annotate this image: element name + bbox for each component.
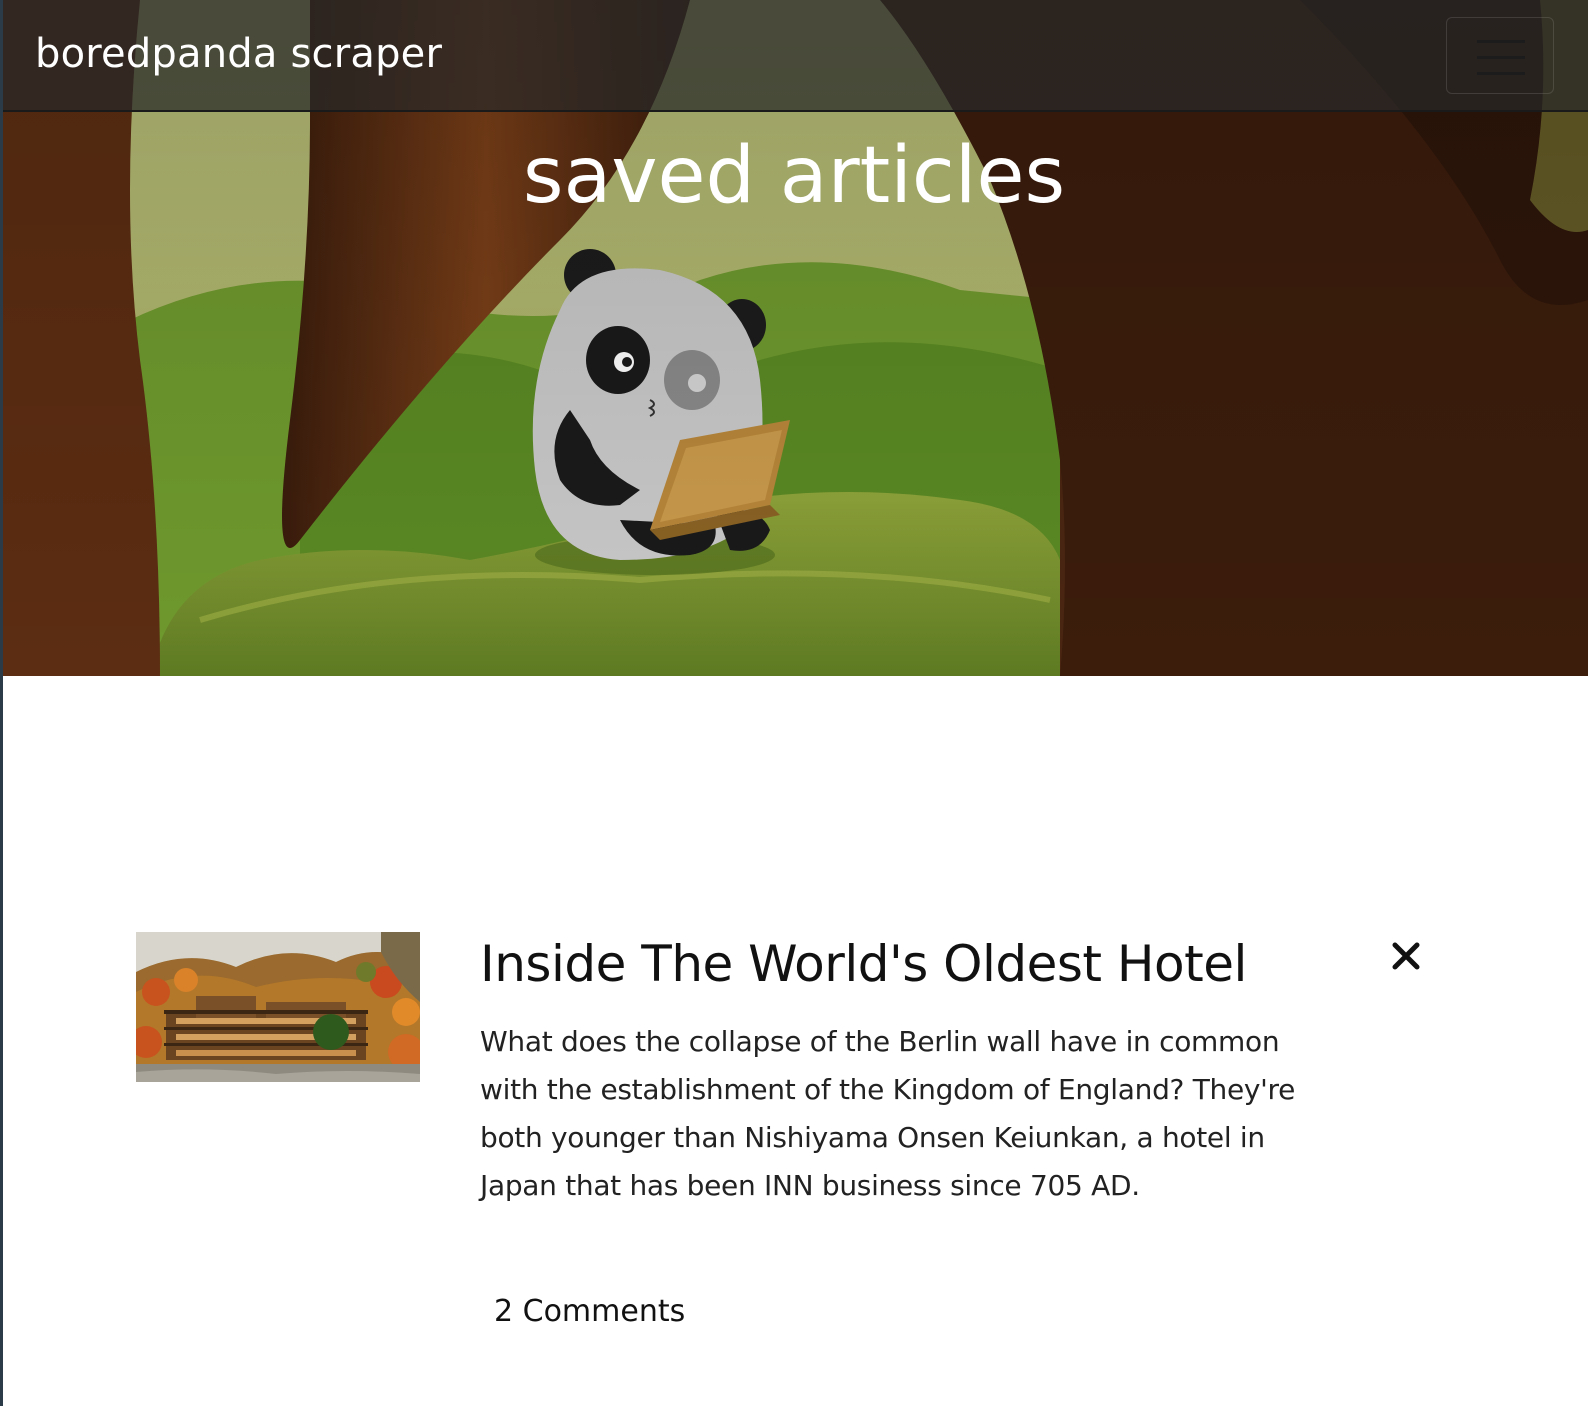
window-edge (0, 0, 3, 1406)
hamburger-menu-icon-bar (1477, 72, 1525, 75)
article-title[interactable]: Inside The World's Oldest Hotel (480, 932, 1320, 996)
brand-link[interactable]: boredpanda scraper (35, 28, 442, 80)
article-summary: What does the collapse of the Berlin wal… (480, 1025, 1296, 1202)
navbar: boredpanda scraper (0, 0, 1588, 112)
hamburger-menu-icon-bar (1477, 56, 1525, 59)
hero-banner: boredpanda scraper saved articles (0, 0, 1588, 676)
saved-article: Inside The World's Oldest Hotel What doe… (136, 932, 1436, 1352)
page-title: saved articles (522, 131, 1066, 221)
page: boredpanda scraper saved articles Inside… (0, 0, 1588, 1406)
hamburger-menu-icon (1477, 40, 1525, 43)
close-icon (1392, 942, 1420, 970)
hotel-autumn-mountains-photo (136, 932, 420, 1082)
comments-link[interactable]: 2 Comments (494, 1292, 685, 1332)
article-thumbnail[interactable] (136, 932, 420, 1082)
delete-article-button[interactable] (1390, 940, 1422, 972)
navbar-toggle-button[interactable] (1446, 17, 1554, 94)
